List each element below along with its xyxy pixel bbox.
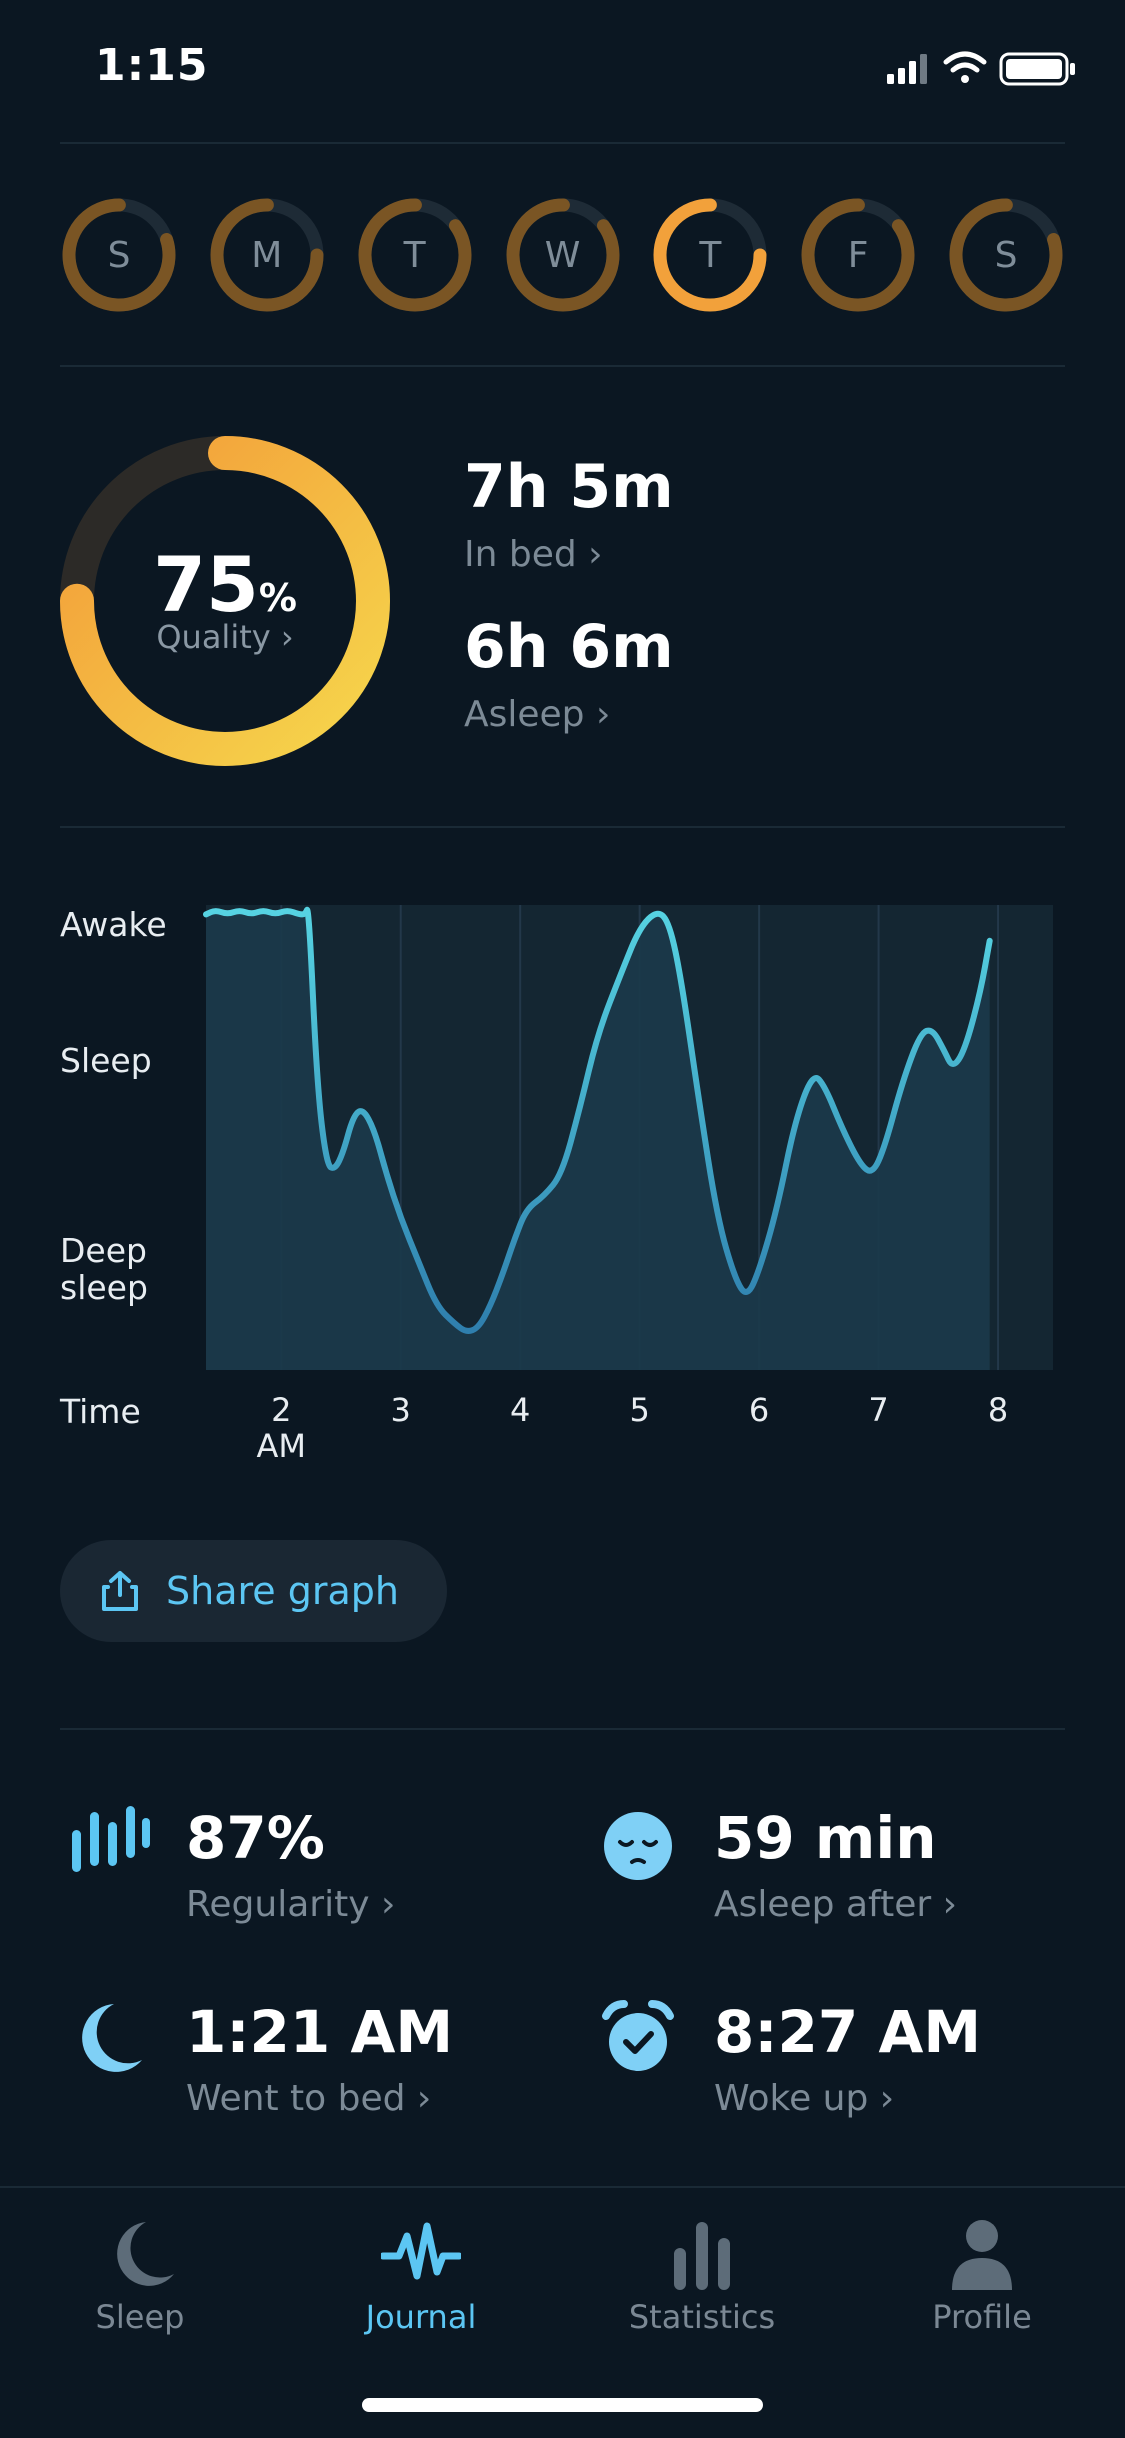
x-tick-sub-label: AM	[256, 1427, 307, 1465]
waveform-icon	[381, 2222, 461, 2280]
tab-journal-label: Journal	[365, 2298, 477, 2336]
asleep-value: 6h 6m	[464, 612, 674, 682]
tab-profile-label: Profile	[932, 2298, 1032, 2336]
x-tick-label: 4	[510, 1391, 531, 1429]
cellular-signal-icon	[887, 54, 927, 84]
day-label: S	[107, 234, 131, 276]
tab-statistics-label: Statistics	[628, 2298, 776, 2336]
day-ring-4[interactable]: T	[651, 196, 769, 314]
summary-divider	[60, 826, 1065, 828]
share-graph-button[interactable]: Share graph	[60, 1540, 447, 1642]
quality-ring[interactable]: 75% Quality ›	[60, 436, 390, 766]
tab-sleep[interactable]: Sleep	[40, 2214, 240, 2344]
regularity-value: 87%	[186, 1804, 325, 1872]
quality-unit: %	[258, 576, 297, 620]
person-icon	[952, 2220, 1012, 2290]
moon-icon	[82, 2004, 142, 2072]
day-label: T	[699, 234, 722, 276]
x-tick-label: 8	[987, 1391, 1009, 1429]
went-to-bed-link[interactable]: Went to bed ›	[186, 2078, 431, 2119]
day-ring-2[interactable]: T	[356, 196, 474, 314]
x-tick-label: 3	[390, 1391, 411, 1429]
x-tick-label: 7	[868, 1391, 889, 1429]
asleep-after-link[interactable]: Asleep after ›	[714, 1884, 957, 1925]
battery-icon	[999, 52, 1075, 86]
regularity-link[interactable]: Regularity ›	[186, 1884, 395, 1925]
week-selector: SMTWTFS	[60, 196, 1065, 314]
home-indicator	[362, 2398, 763, 2412]
status-time: 1:15	[95, 40, 209, 91]
day-label: W	[544, 234, 581, 276]
bars-icon	[674, 2222, 730, 2290]
asleep-link[interactable]: Asleep ›	[464, 694, 610, 735]
quality-number: 75	[153, 540, 259, 629]
woke-up-value: 8:27 AM	[714, 1998, 982, 2066]
x-tick-label: 6	[748, 1391, 770, 1429]
day-ring-1[interactable]: M	[208, 196, 326, 314]
top-divider	[60, 142, 1065, 144]
day-label: S	[994, 234, 1018, 276]
day-label: F	[847, 234, 869, 276]
share-graph-label: Share graph	[166, 1569, 399, 1613]
quality-value: 75%	[60, 540, 390, 629]
tab-profile[interactable]: Profile	[882, 2214, 1082, 2344]
day-label: M	[251, 234, 283, 276]
share-icon	[102, 1571, 138, 1611]
day-ring-5[interactable]: F	[799, 196, 917, 314]
asleep-after-value: 59 min	[714, 1804, 937, 1872]
day-ring-6[interactable]: S	[947, 196, 1065, 314]
week-divider	[60, 365, 1065, 367]
tab-journal[interactable]: Journal	[321, 2214, 521, 2344]
x-axis-title: Time	[60, 1392, 141, 1431]
x-tick-label: 2 AM	[256, 1391, 307, 1465]
regularity-icon	[72, 1806, 150, 1872]
woke-up-link[interactable]: Woke up ›	[714, 2078, 894, 2119]
day-ring-0[interactable]: S	[60, 196, 178, 314]
sleep-graph	[203, 905, 1053, 1370]
sleepy-face-icon	[604, 1812, 672, 1880]
day-ring-3[interactable]: W	[504, 196, 622, 314]
metrics-divider	[60, 1728, 1065, 1730]
in-bed-link[interactable]: In bed ›	[464, 534, 603, 575]
quality-label: Quality ›	[156, 618, 294, 656]
tab-sleep-label: Sleep	[95, 2298, 185, 2336]
wifi-icon	[943, 51, 987, 83]
went-to-bed-value: 1:21 AM	[186, 1998, 454, 2066]
status-icons	[887, 51, 1075, 86]
alarm-clock-icon	[602, 2000, 674, 2071]
tab-statistics[interactable]: Statistics	[602, 2214, 802, 2344]
x-tick-label: 5	[629, 1391, 650, 1429]
moon-icon	[117, 2222, 174, 2286]
in-bed-value: 7h 5m	[464, 452, 674, 522]
day-label: T	[403, 234, 426, 276]
